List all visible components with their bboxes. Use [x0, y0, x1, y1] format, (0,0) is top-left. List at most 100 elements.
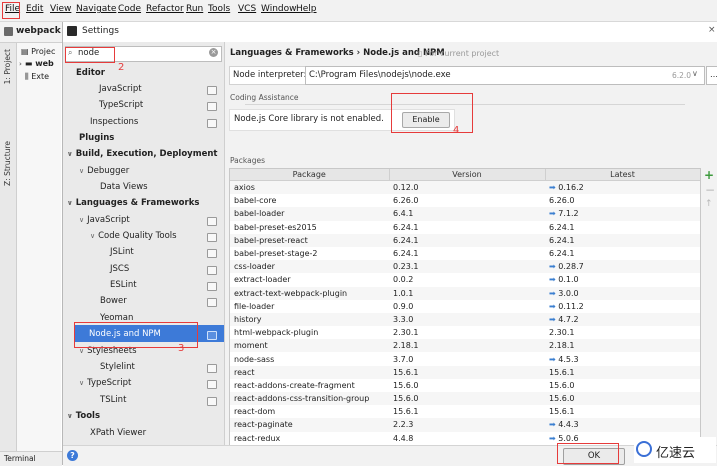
menu-code[interactable]: Code: [118, 4, 141, 14]
tree-eslint[interactable]: ESLint: [110, 277, 137, 293]
tree-bower[interactable]: Bower: [100, 293, 127, 309]
chevron-down-icon[interactable]: ∨: [79, 167, 84, 175]
terminal-tab[interactable]: Terminal: [4, 454, 36, 463]
menu-vcs[interactable]: VCS: [238, 4, 256, 14]
chevron-down-icon[interactable]: ∨: [67, 199, 73, 207]
tree-inspections[interactable]: Inspections: [90, 114, 138, 130]
chevron-down-icon[interactable]: ∨: [79, 216, 84, 224]
browse-interpreter-button[interactable]: …: [706, 66, 717, 85]
tool-window-project[interactable]: 1: Project: [3, 49, 12, 84]
menu-edit[interactable]: Edit: [26, 4, 43, 14]
tree-tslint[interactable]: TSLint: [100, 392, 126, 408]
table-row[interactable]: extract-loader 0.0.2 ➡ 0.1.0: [230, 273, 700, 287]
settings-dialog: Settings × ⌕ node × Editor JavaScript Ty…: [62, 22, 717, 466]
column-package[interactable]: Package: [230, 169, 390, 181]
tool-window-structure[interactable]: Z: Structure: [3, 141, 12, 186]
table-row[interactable]: react-dom 15.6.1 15.6.1: [230, 405, 700, 419]
upgrade-arrow-icon: ➡: [549, 275, 559, 285]
table-row[interactable]: babel-core 6.26.0 6.26.0: [230, 194, 700, 208]
tree-jscs[interactable]: JSCS: [110, 261, 129, 277]
upgrade-package-icon[interactable]: ↑: [705, 199, 713, 209]
chevron-down-icon[interactable]: ∨: [67, 150, 73, 158]
tree-build[interactable]: ∨ Build, Execution, Deployment: [67, 146, 217, 162]
ellipsis-icon: …: [710, 70, 717, 79]
tree-xpath-viewer[interactable]: XPath Viewer: [90, 425, 146, 441]
clear-search-icon[interactable]: ×: [209, 48, 218, 57]
table-row[interactable]: react 15.6.1 15.6.1: [230, 365, 700, 379]
coding-assistance-header: Coding Assistance: [230, 93, 299, 102]
table-row[interactable]: css-loader 0.23.1 ➡ 0.28.7: [230, 260, 700, 274]
chevron-down-icon[interactable]: ∨: [79, 347, 84, 355]
interpreter-select[interactable]: C:\Program Files\nodejs\node.exe 6.2.0 ∨: [305, 66, 705, 85]
help-icon[interactable]: ?: [67, 450, 78, 461]
column-version[interactable]: Version: [389, 169, 546, 181]
project-tree-row[interactable]: ▤ Projec: [21, 47, 55, 56]
table-header-row: Package Version Latest: [230, 169, 700, 181]
tree-plugins[interactable]: Plugins: [79, 130, 114, 146]
latest-version: 15.6.0: [549, 394, 575, 404]
table-row[interactable]: file-loader 0.9.0 ➡ 0.11.2: [230, 299, 700, 313]
menu-navigate[interactable]: Navigate: [76, 4, 116, 14]
tree-editor-javascript[interactable]: JavaScript: [99, 81, 142, 97]
project-tree-row[interactable]: › ▬ web: [19, 59, 54, 68]
menu-help[interactable]: Help: [296, 4, 317, 14]
tree-editor-typescript[interactable]: TypeScript: [99, 97, 143, 113]
interpreter-version: 6.2.0: [672, 71, 692, 80]
packages-table[interactable]: Package Version Latest axios 0.12.0 ➡ 0.16…: [229, 168, 701, 446]
menu-tools[interactable]: Tools: [208, 4, 230, 14]
project-level-icon: [207, 217, 217, 226]
menu-run[interactable]: Run: [186, 4, 203, 14]
close-icon[interactable]: ×: [708, 25, 716, 35]
interpreter-label: Node interpreter:: [233, 70, 307, 80]
chevron-down-icon[interactable]: ∨: [692, 69, 698, 78]
add-package-icon[interactable]: +: [704, 168, 714, 182]
interpreter-path: C:\Program Files\nodejs\node.exe: [309, 70, 451, 80]
package-name: babel-preset-react: [230, 233, 389, 247]
table-row[interactable]: html-webpack-plugin 2.30.1 2.30.1: [230, 326, 700, 340]
scope-note: ▯ For current project: [418, 49, 500, 58]
table-row[interactable]: axios 0.12.0 ➡ 0.16.2: [230, 180, 700, 195]
tree-languages-frameworks[interactable]: ∨ Languages & Frameworks: [67, 195, 199, 211]
ide-toolbar: webpack: [0, 22, 62, 43]
breadcrumb: Languages & Frameworks › Node.js and NPM: [230, 48, 445, 58]
chevron-down-icon[interactable]: ∨: [90, 232, 95, 240]
table-row[interactable]: node-sass 3.7.0 ➡ 4.5.3: [230, 352, 700, 366]
menu-view[interactable]: View: [50, 4, 71, 14]
project-tree-row[interactable]: ⫼ Exte: [25, 72, 49, 82]
package-name: css-loader: [230, 260, 389, 274]
tree-editor[interactable]: Editor: [76, 65, 105, 81]
chevron-down-icon[interactable]: ∨: [79, 379, 84, 387]
table-row[interactable]: react-addons-css-transition-group 15.6.0 1…: [230, 392, 700, 406]
package-actions: + − ↑: [701, 168, 717, 308]
table-row[interactable]: moment 2.18.1 2.18.1: [230, 339, 700, 353]
package-version: 6.24.1: [389, 246, 545, 261]
table-row[interactable]: history 3.3.0 ➡ 4.7.2: [230, 312, 700, 327]
tree-jslint[interactable]: JSLint: [110, 244, 134, 260]
packages-body: axios 0.12.0 ➡ 0.16.2 babel-core 6.26.0 6.26.…: [230, 180, 700, 445]
column-latest[interactable]: Latest: [545, 169, 700, 181]
tree-javascript[interactable]: ∨ JavaScript: [79, 212, 130, 228]
package-latest: 2.18.1: [545, 339, 700, 353]
package-latest: 15.6.1: [545, 365, 700, 379]
tree-debugger[interactable]: ∨ Debugger: [79, 163, 129, 179]
table-row[interactable]: babel-preset-es2015 6.24.1 6.24.1: [230, 220, 700, 234]
table-row[interactable]: babel-loader 6.4.1 ➡ 7.1.2: [230, 207, 700, 221]
table-row[interactable]: extract-text-webpack-plugin 1.0.1 ➡ 3.0.0: [230, 286, 700, 300]
table-row[interactable]: react-redux 4.4.8 ➡ 5.0.6: [230, 431, 700, 445]
table-row[interactable]: babel-preset-react 6.24.1 6.24.1: [230, 233, 700, 247]
tree-stylelint[interactable]: Stylelint: [100, 359, 135, 375]
menu-refactor[interactable]: Refactor: [146, 4, 184, 14]
latest-version: 2.30.1: [549, 328, 575, 338]
remove-package-icon[interactable]: −: [705, 183, 715, 197]
menu-window[interactable]: Window: [261, 4, 297, 14]
tree-data-views[interactable]: Data Views: [100, 179, 148, 195]
table-row[interactable]: babel-preset-stage-2 6.24.1 6.24.1: [230, 246, 700, 261]
tree-tools[interactable]: ∨ Tools: [67, 408, 100, 424]
table-row[interactable]: react-addons-create-fragment 15.6.0 15.6.0: [230, 378, 700, 392]
table-row[interactable]: react-paginate 2.2.3 ➡ 4.4.3: [230, 418, 700, 432]
tree-typescript[interactable]: ∨ TypeScript: [79, 375, 131, 391]
package-latest: 15.6.1: [545, 405, 700, 419]
upgrade-arrow-icon: ➡: [549, 433, 559, 443]
chevron-down-icon[interactable]: ∨: [67, 412, 73, 420]
tree-code-quality-tools[interactable]: ∨ Code Quality Tools: [90, 228, 177, 244]
